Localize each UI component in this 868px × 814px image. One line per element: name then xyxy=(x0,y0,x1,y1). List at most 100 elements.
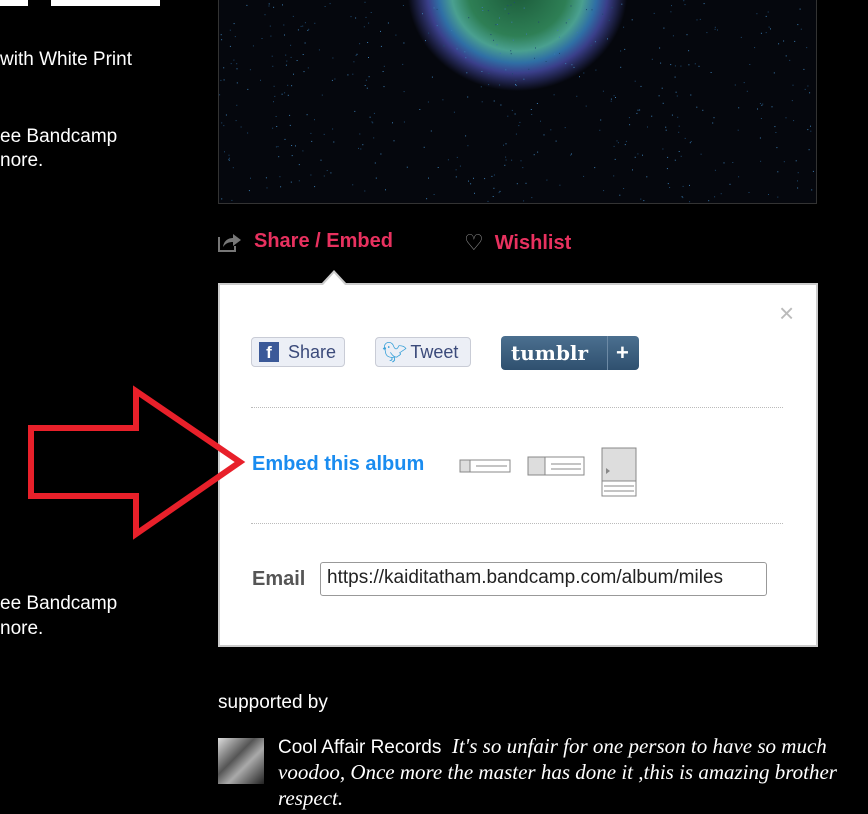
star xyxy=(653,12,655,14)
star xyxy=(785,55,787,57)
star xyxy=(329,3,331,5)
star xyxy=(583,175,585,177)
close-icon[interactable]: × xyxy=(779,298,794,329)
star xyxy=(287,94,289,96)
star xyxy=(359,43,361,45)
star xyxy=(558,36,560,38)
star xyxy=(591,9,593,11)
star xyxy=(380,45,382,47)
star xyxy=(297,29,299,31)
star xyxy=(749,64,751,65)
embed-standard-player-icon[interactable] xyxy=(527,456,585,476)
star xyxy=(354,110,356,112)
star xyxy=(546,179,548,181)
star xyxy=(669,187,671,188)
star xyxy=(428,177,429,179)
star xyxy=(275,146,277,148)
star xyxy=(799,8,801,10)
star xyxy=(610,100,612,102)
star xyxy=(503,144,504,146)
star xyxy=(236,63,238,65)
star xyxy=(493,174,495,176)
star xyxy=(807,129,809,131)
star xyxy=(300,25,302,27)
star xyxy=(456,48,458,50)
wishlist-link[interactable]: ♡ Wishlist xyxy=(464,230,571,256)
embed-album-link[interactable]: Embed this album xyxy=(252,453,424,476)
star xyxy=(686,34,688,36)
star xyxy=(723,162,725,164)
star xyxy=(433,7,435,9)
star xyxy=(808,149,810,151)
star xyxy=(746,90,748,92)
star xyxy=(393,140,395,142)
star xyxy=(314,186,316,188)
star xyxy=(402,5,404,6)
star xyxy=(481,71,483,72)
supporter-name[interactable]: Cool Affair Records xyxy=(278,737,441,758)
star xyxy=(496,23,498,25)
star xyxy=(607,38,608,40)
star xyxy=(765,15,767,17)
share-embed-link[interactable]: Share / Embed xyxy=(217,230,393,253)
star xyxy=(281,93,283,95)
star xyxy=(505,69,507,71)
star xyxy=(235,120,237,122)
left-text: with White Print xyxy=(0,49,132,70)
embed-slim-player-icon[interactable] xyxy=(459,459,511,473)
star xyxy=(571,64,573,66)
star xyxy=(350,16,352,18)
star xyxy=(320,159,322,161)
star xyxy=(647,126,648,128)
star xyxy=(455,169,457,171)
email-url-field[interactable]: https://kaiditatham.bandcamp.com/album/m… xyxy=(320,562,767,596)
star xyxy=(504,8,506,10)
album-art[interactable] xyxy=(218,0,817,204)
star xyxy=(283,24,285,26)
star xyxy=(406,166,408,168)
star xyxy=(481,7,483,8)
tumblr-button[interactable]: tumblr + xyxy=(501,336,639,370)
star xyxy=(307,29,309,31)
star xyxy=(228,159,230,161)
star xyxy=(533,154,535,156)
starfield xyxy=(219,0,814,203)
star xyxy=(617,142,619,144)
facebook-share-button[interactable]: f Share xyxy=(251,337,345,367)
top-left-image-2[interactable] xyxy=(51,0,160,6)
star xyxy=(252,45,254,47)
star xyxy=(473,177,474,179)
star xyxy=(534,57,535,59)
star xyxy=(425,40,426,42)
star xyxy=(783,40,785,42)
tweet-button[interactable]: 🐦︎ Tweet xyxy=(375,337,471,367)
embed-large-player-icon[interactable] xyxy=(601,447,637,497)
star xyxy=(465,135,467,137)
star xyxy=(696,19,698,21)
star xyxy=(372,122,374,124)
star xyxy=(515,133,517,135)
star xyxy=(368,76,370,78)
star xyxy=(495,24,497,26)
star xyxy=(518,125,520,127)
star xyxy=(646,176,648,178)
star xyxy=(768,26,770,28)
star xyxy=(523,78,525,80)
star xyxy=(491,175,493,177)
star xyxy=(510,50,512,52)
top-left-image-1[interactable] xyxy=(0,0,28,6)
star xyxy=(713,117,715,119)
star xyxy=(332,128,334,130)
star xyxy=(531,197,533,199)
star xyxy=(289,114,291,116)
supporter-avatar[interactable] xyxy=(218,738,264,784)
star xyxy=(703,3,705,5)
star xyxy=(303,71,305,73)
supporter-review: Cool Affair Records It's so unfair for o… xyxy=(278,734,838,812)
divider xyxy=(251,523,783,524)
star xyxy=(710,72,712,73)
star xyxy=(220,79,222,81)
star xyxy=(545,61,547,62)
star xyxy=(720,193,722,195)
star xyxy=(634,156,636,158)
